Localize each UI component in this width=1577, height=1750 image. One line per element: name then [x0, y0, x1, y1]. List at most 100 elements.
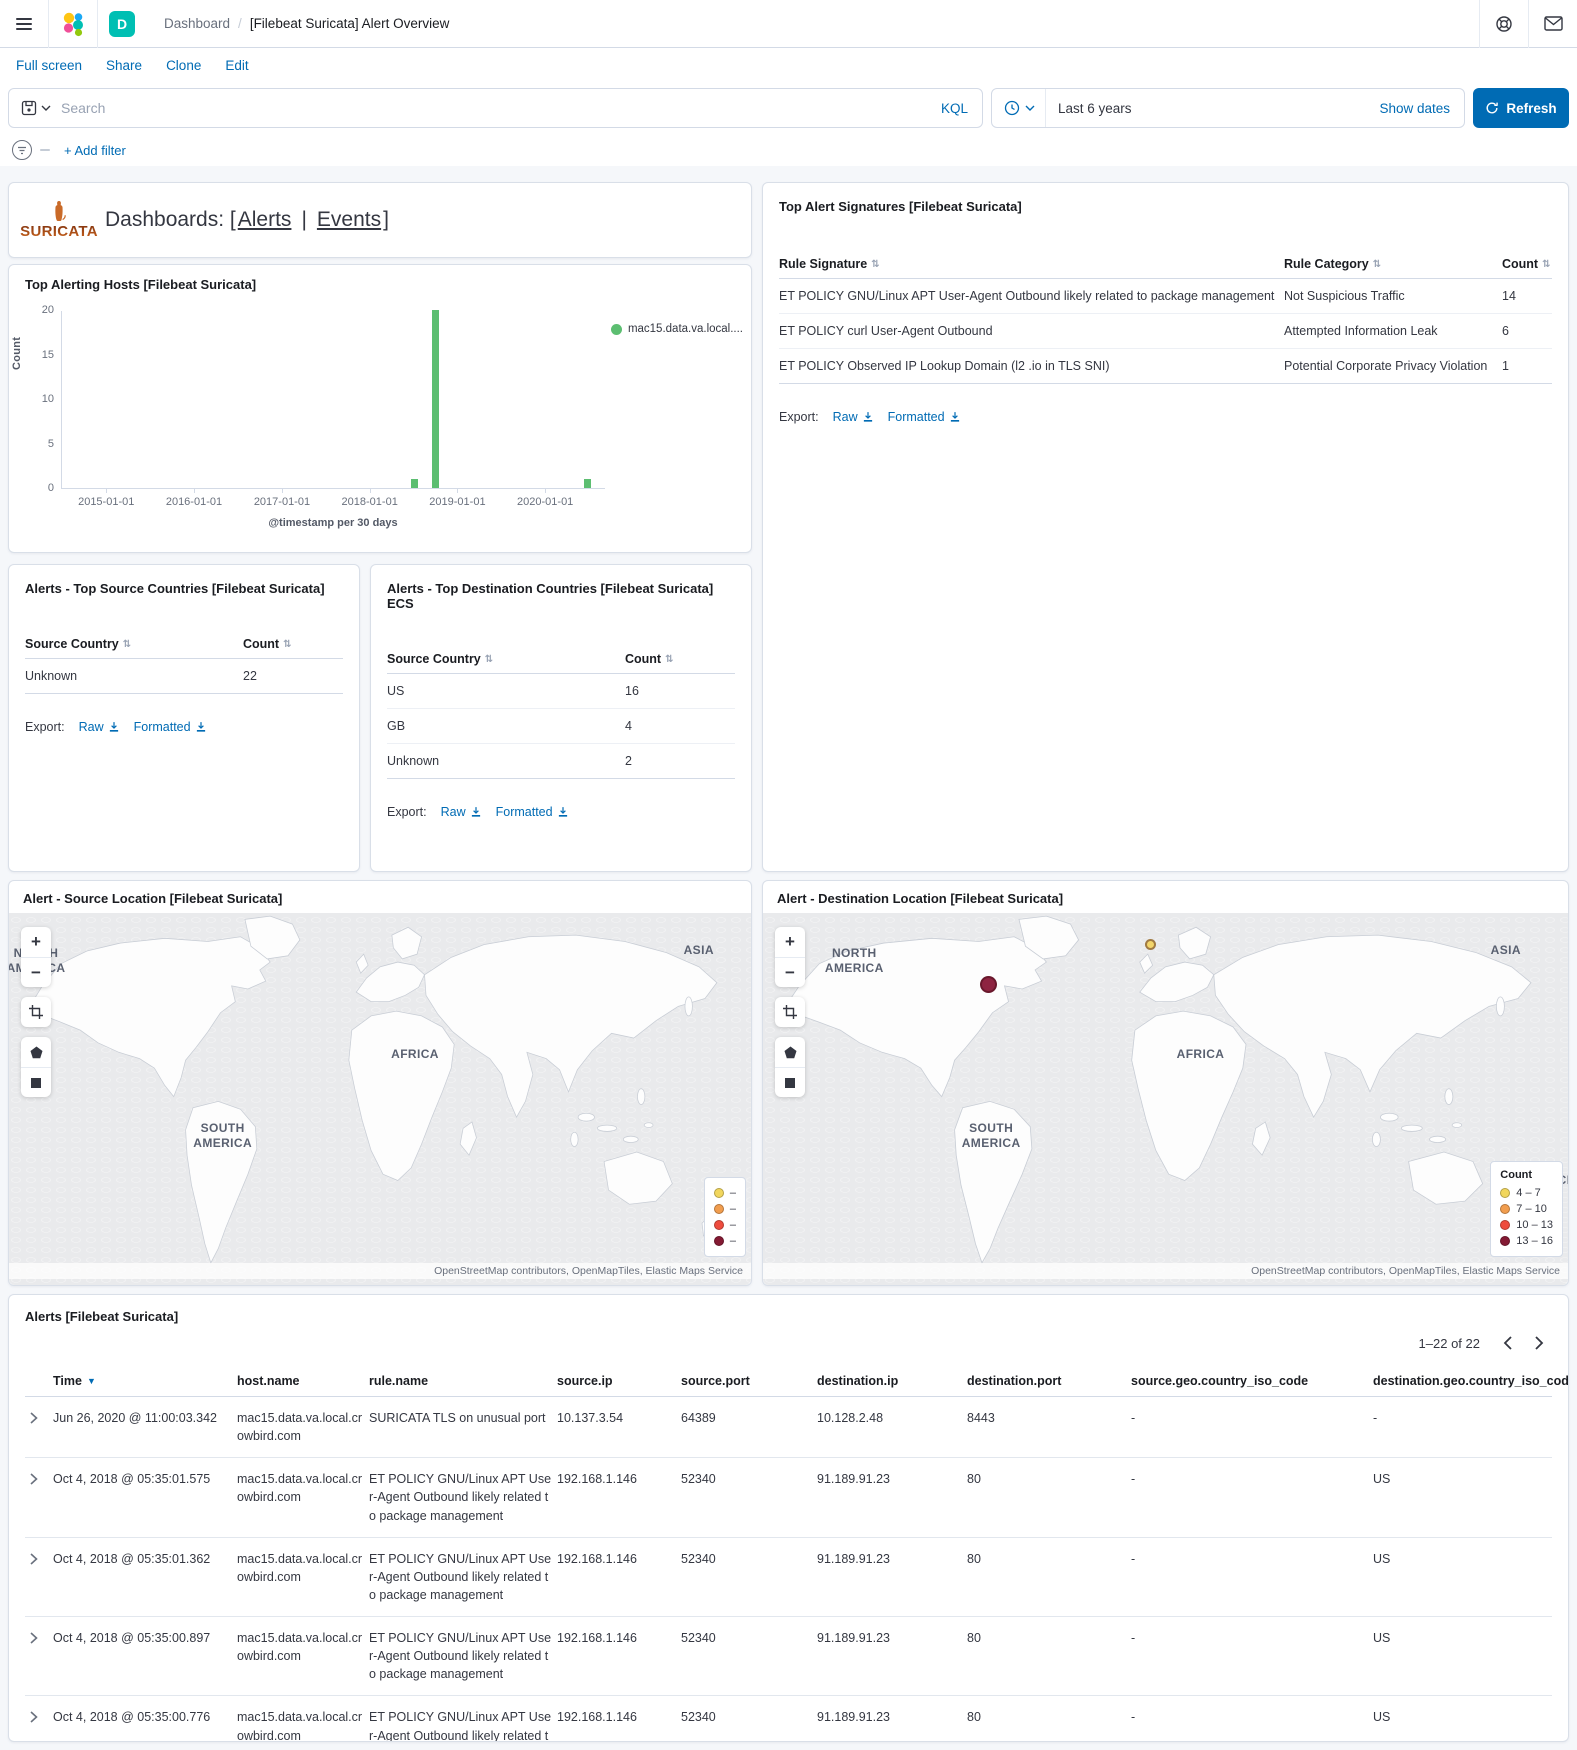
edit-link[interactable]: Edit [225, 58, 248, 73]
x-tick-mark [106, 488, 107, 493]
expand-row-button[interactable] [25, 1550, 43, 1568]
kql-selector[interactable]: KQL [927, 101, 982, 116]
expand-row-button[interactable] [25, 1409, 43, 1427]
chart-bar[interactable] [432, 310, 439, 488]
table-row[interactable]: Unknown22 [25, 659, 343, 694]
full-screen-link[interactable]: Full screen [16, 58, 82, 73]
export-formatted-link[interactable]: Formatted [888, 410, 961, 424]
export-raw-link[interactable]: Raw [441, 805, 482, 819]
column-header[interactable]: source.geo.country_iso_code [1131, 1374, 1369, 1388]
square-icon [30, 1077, 42, 1089]
saved-query-menu[interactable] [9, 100, 61, 116]
table-cell: ET POLICY Observed IP Lookup Domain (l2 … [779, 359, 1284, 373]
show-dates-button[interactable]: Show dates [1379, 101, 1464, 116]
column-header[interactable]: source.port [681, 1374, 813, 1388]
column-header[interactable]: Rule Signature⇅ [779, 257, 1284, 271]
newsfeed-button[interactable] [1529, 0, 1577, 48]
column-header[interactable]: Time▼ [53, 1374, 233, 1388]
column-header[interactable]: destination.port [967, 1374, 1127, 1388]
legend-item[interactable]: mac15.data.va.local.... [611, 323, 743, 335]
map-zoom-out-button[interactable]: − [21, 957, 51, 987]
table-cell: 91.189.91.23 [817, 1708, 963, 1742]
y-tick-label: 15 [24, 349, 54, 361]
dashboard-content: SURICATA Dashboards: [ Alerts | Events ]… [0, 166, 1577, 1750]
sort-icon: ⇅ [1373, 259, 1381, 270]
export-formatted-link[interactable]: Formatted [496, 805, 569, 819]
column-header[interactable]: Count⇅ [243, 637, 343, 651]
export-raw-link[interactable]: Raw [79, 720, 120, 734]
clone-link[interactable]: Clone [166, 58, 201, 73]
map-zoom-out-button[interactable]: − [775, 957, 805, 987]
column-header[interactable]: Source Country⇅ [387, 652, 625, 666]
refresh-button[interactable]: Refresh [1473, 88, 1569, 128]
events-dashboard-link[interactable]: Events [317, 208, 381, 232]
table-row[interactable]: GB4 [387, 709, 735, 744]
table-row[interactable]: ET POLICY Observed IP Lookup Domain (l2 … [779, 349, 1552, 384]
filter-options-button[interactable] [12, 140, 32, 160]
expand-row-button[interactable] [25, 1708, 43, 1726]
column-header[interactable]: host.name [237, 1374, 365, 1388]
search-input[interactable] [61, 100, 927, 116]
help-button[interactable] [1480, 0, 1528, 48]
pagination-next-button[interactable] [1526, 1330, 1552, 1356]
add-filter-button[interactable]: + Add filter [64, 143, 126, 158]
table-row[interactable]: Oct 4, 2018 @ 05:35:00.897mac15.data.va.… [25, 1616, 1552, 1695]
column-header[interactable]: Source Country⇅ [25, 637, 243, 651]
chart-bar[interactable] [411, 479, 418, 488]
column-header[interactable]: source.ip [557, 1374, 677, 1388]
signatures-table: Rule Signature⇅Rule Category⇅Count⇅ET PO… [779, 250, 1552, 384]
export-formatted-link[interactable]: Formatted [134, 720, 207, 734]
pagination-prev-button[interactable] [1494, 1330, 1520, 1356]
map-draw-rect-button[interactable] [775, 1067, 805, 1097]
destination-location-map-panel: Alert - Destination Location [Filebeat S… [762, 880, 1569, 1286]
map-draw-rect-button[interactable] [21, 1067, 51, 1097]
map-draw-polygon-button[interactable] [21, 1037, 51, 1067]
table-row[interactable]: Oct 4, 2018 @ 05:35:01.362mac15.data.va.… [25, 1537, 1552, 1616]
map-zoom-in-button[interactable]: + [775, 927, 805, 957]
map-fit-bounds-button[interactable] [775, 997, 805, 1027]
export-raw-link[interactable]: Raw [833, 410, 874, 424]
download-icon [470, 806, 482, 818]
menu-button[interactable] [0, 0, 48, 48]
map-canvas[interactable]: NORTH AMERICA ASIA AFRICA SOUTH AMERICA … [763, 913, 1568, 1285]
space-selector[interactable]: D [98, 0, 146, 48]
map-canvas[interactable]: NORTH AMERICA ASIA AFRICA SOUTH AMERICA … [9, 913, 751, 1285]
table-cell: 6 [1502, 324, 1552, 338]
expand-row-button[interactable] [25, 1470, 43, 1488]
column-header[interactable]: Rule Category⇅ [1284, 257, 1502, 271]
column-header[interactable]: rule.name [369, 1374, 553, 1388]
hosts-chart-plot[interactable]: 051015202015-01-012016-01-012017-01-0120… [61, 311, 605, 489]
map-controls: + − [775, 927, 805, 1097]
table-row[interactable]: ET POLICY GNU/Linux APT User-Agent Outbo… [779, 279, 1552, 314]
elastic-logo[interactable] [49, 0, 97, 48]
table-header-row: Source Country⇅Count⇅ [25, 630, 343, 659]
table-row[interactable]: US16 [387, 674, 735, 709]
map-draw-polygon-button[interactable] [775, 1037, 805, 1067]
breadcrumb-dashboard[interactable]: Dashboard [164, 16, 230, 31]
table-row[interactable]: Jun 26, 2020 @ 11:00:03.342mac15.data.va… [25, 1397, 1552, 1457]
column-header[interactable]: destination.geo.country_iso_code [1373, 1374, 1569, 1388]
column-header[interactable]: Count⇅ [625, 652, 735, 666]
table-row[interactable]: Oct 4, 2018 @ 05:35:00.776mac15.data.va.… [25, 1695, 1552, 1742]
time-range-value[interactable]: Last 6 years [1046, 101, 1132, 116]
table-row[interactable]: ET POLICY curl User-Agent OutboundAttemp… [779, 314, 1552, 349]
expand-row-button[interactable] [25, 1629, 43, 1647]
dashboards-suffix: ] [383, 208, 389, 232]
map-zoom-in-button[interactable]: + [21, 927, 51, 957]
column-header[interactable]: destination.ip [817, 1374, 963, 1388]
chart-bar[interactable] [584, 479, 591, 488]
table-row[interactable]: Oct 4, 2018 @ 05:35:01.575mac15.data.va.… [25, 1457, 1552, 1536]
table-row[interactable]: Unknown2 [387, 744, 735, 779]
time-quick-menu[interactable] [992, 89, 1046, 127]
share-link[interactable]: Share [106, 58, 142, 73]
table-cell: ET POLICY GNU/Linux APT User-Agent Outbo… [369, 1550, 553, 1604]
table-cell: 91.189.91.23 [817, 1550, 963, 1604]
table-cell: 52340 [681, 1550, 813, 1604]
alerts-dashboard-link[interactable]: Alerts [238, 208, 292, 232]
column-header-label: Rule Signature [779, 257, 867, 271]
map-fit-bounds-button[interactable] [21, 997, 51, 1027]
column-header[interactable]: Count⇅ [1502, 257, 1552, 271]
table-cell: 10.128.2.48 [817, 1409, 963, 1445]
meerkat-icon [52, 201, 66, 223]
query-bar: KQL Last 6 years Show dates Refresh [0, 82, 1577, 134]
